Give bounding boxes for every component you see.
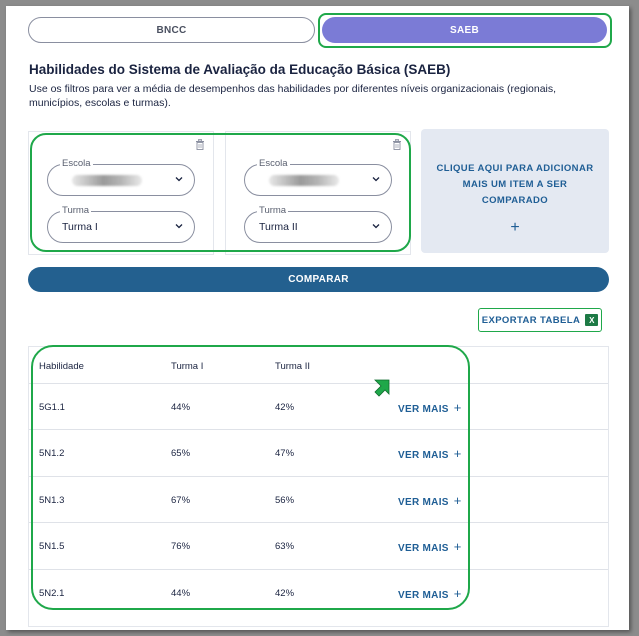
turma-value: Turma II (259, 221, 298, 233)
ver-mais-button[interactable]: VER MAIS + (398, 586, 462, 601)
trash-icon[interactable] (392, 139, 402, 150)
cell-turma-1: 44% (171, 588, 191, 599)
cell-turma-2: 42% (275, 402, 295, 413)
page-description: Use os filtros para ver a média de desem… (29, 83, 557, 109)
add-comparison-item[interactable]: CLIQUE AQUI PARA ADICIONAR MAIS UM ITEM … (421, 129, 609, 253)
escola-label: Escola (257, 158, 290, 169)
cell-turma-1: 44% (171, 402, 191, 413)
page: BNCC SAEB Habilidades do Sistema de Aval… (6, 6, 629, 630)
ver-mais-button[interactable]: VER MAIS + (398, 400, 462, 415)
plus-icon: + (510, 219, 520, 236)
filter-card-2: Escola Turma Turma II (225, 131, 411, 255)
escola-select-2[interactable]: Escola (244, 158, 392, 196)
filter-card-1: Escola Turma Turma I (28, 131, 214, 255)
turma-label: Turma (60, 205, 92, 216)
compare-button[interactable]: COMPARAR (28, 267, 609, 292)
results-table: Habilidade Turma I Turma II 5G1.1 44% 42… (28, 346, 609, 627)
export-table-button[interactable]: EXPORTAR TABELA X (478, 308, 602, 332)
page-title: Habilidades do Sistema de Avaliação da E… (29, 62, 451, 77)
chevron-down-icon (175, 177, 183, 182)
chevron-down-icon (372, 177, 380, 182)
ver-mais-button[interactable]: VER MAIS + (398, 493, 462, 508)
plus-icon: + (453, 539, 462, 554)
cell-habilidade: 5G1.1 (39, 402, 65, 413)
header-habilidade: Habilidade (39, 361, 84, 372)
escola-label: Escola (60, 158, 93, 169)
cell-habilidade: 5N1.2 (39, 448, 65, 459)
table-row: 5N2.1 44% 42% VER MAIS + (29, 570, 608, 616)
chevron-down-icon (372, 224, 380, 229)
plus-icon: + (453, 400, 462, 415)
cell-turma-2: 56% (275, 495, 295, 506)
ver-mais-label: VER MAIS (398, 404, 449, 415)
table-row: 5N1.5 76% 63% VER MAIS + (29, 523, 608, 570)
plus-icon: + (453, 446, 462, 461)
tab-bncc[interactable]: BNCC (28, 17, 315, 43)
ver-mais-button[interactable]: VER MAIS + (398, 446, 462, 461)
tab-saeb[interactable]: SAEB (322, 17, 607, 43)
cell-turma-1: 65% (171, 448, 191, 459)
turma-label: Turma (257, 205, 289, 216)
escola-select-1[interactable]: Escola (47, 158, 195, 196)
cell-turma-1: 67% (171, 495, 191, 506)
turma-select-2[interactable]: Turma Turma II (244, 205, 392, 243)
turma-select-1[interactable]: Turma Turma I (47, 205, 195, 243)
table-row: 5G1.1 44% 42% VER MAIS + (29, 384, 608, 430)
plus-icon: + (453, 493, 462, 508)
cell-turma-1: 76% (171, 541, 191, 552)
redacted-value (72, 175, 142, 186)
header-turma-1: Turma I (171, 361, 204, 372)
turma-value: Turma I (62, 221, 98, 233)
ver-mais-label: VER MAIS (398, 543, 449, 554)
cell-turma-2: 42% (275, 588, 295, 599)
ver-mais-button[interactable]: VER MAIS + (398, 539, 462, 554)
chevron-down-icon (175, 224, 183, 229)
table-row: 5N1.3 67% 56% VER MAIS + (29, 477, 608, 523)
excel-icon: X (585, 314, 599, 326)
trash-icon[interactable] (195, 139, 205, 150)
plus-icon: + (453, 586, 462, 601)
ver-mais-label: VER MAIS (398, 590, 449, 601)
cell-habilidade: 5N1.3 (39, 495, 65, 506)
cell-habilidade: 5N2.1 (39, 588, 65, 599)
cell-habilidade: 5N1.5 (39, 541, 65, 552)
table-header-row: Habilidade Turma I Turma II (29, 347, 608, 384)
cell-turma-2: 47% (275, 448, 295, 459)
add-item-text: CLIQUE AQUI PARA ADICIONAR MAIS UM ITEM … (436, 163, 594, 206)
redacted-value (269, 175, 339, 186)
table-row: 5N1.2 65% 47% VER MAIS + (29, 430, 608, 477)
export-label: EXPORTAR TABELA (481, 314, 581, 326)
ver-mais-label: VER MAIS (398, 497, 449, 508)
pointer-arrow-icon (374, 379, 390, 397)
cell-turma-2: 63% (275, 541, 295, 552)
header-turma-2: Turma II (275, 361, 311, 372)
ver-mais-label: VER MAIS (398, 450, 449, 461)
